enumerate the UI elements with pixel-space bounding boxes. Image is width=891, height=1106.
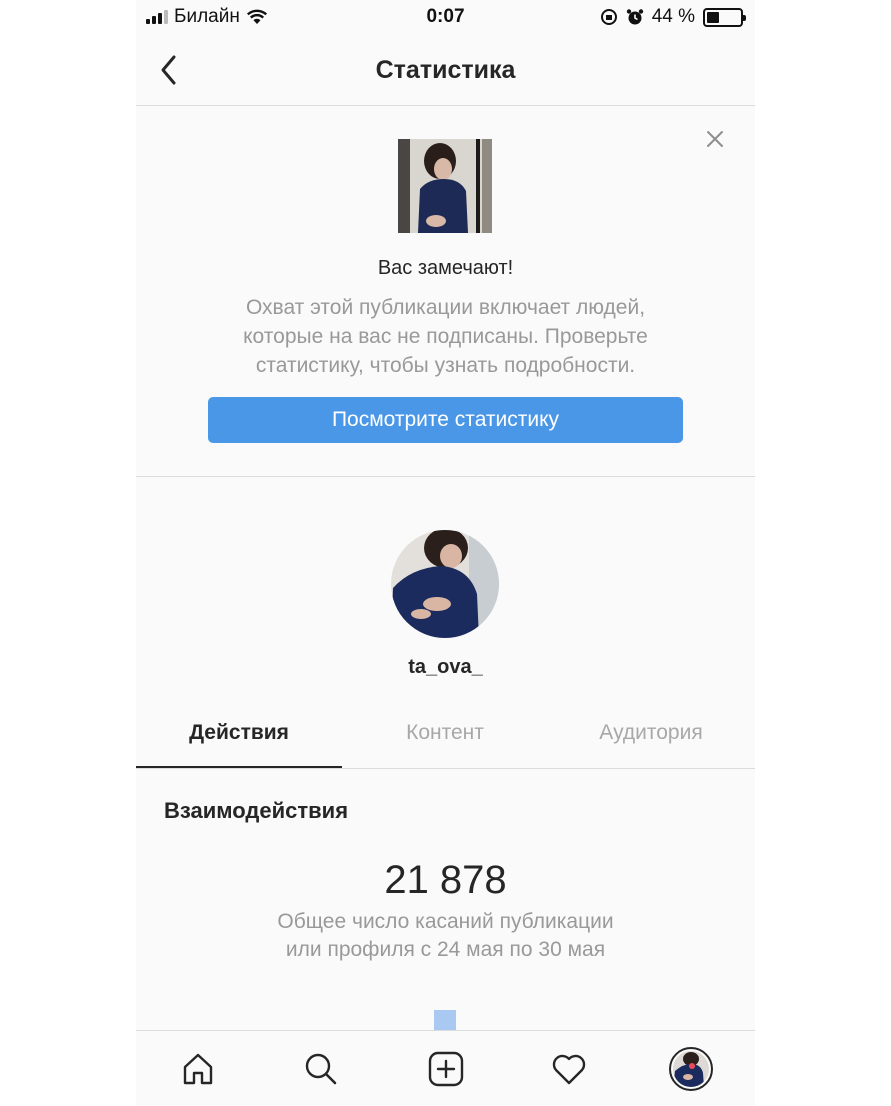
chart-bar [434,1010,456,1030]
promo-title: Вас замечают! [377,257,514,279]
promo-text-line: которые на вас не подписаны. Проверьте [243,325,648,348]
battery-percent: 44 % [651,6,695,27]
username: ta_ova_ [408,656,483,678]
close-icon[interactable] [705,129,725,149]
promo-text-line: статистику, чтобы узнать подробности. [255,354,636,377]
activity-heart-icon[interactable] [547,1047,591,1091]
nav-bar: Статистика [136,36,755,106]
profile-tab-avatar[interactable] [669,1047,713,1091]
alarm-icon [626,9,643,25]
description-line: Общее число касаний публикации [277,910,614,933]
profile-avatar[interactable] [391,530,499,638]
interactions-description: Общее число касаний публикации или профи… [196,908,695,964]
description-line: или профиля с 24 мая по 30 мая [285,938,606,961]
battery-level [707,11,719,23]
promo-text-line: Охват этой публикации включает людей, [245,296,646,319]
insights-tabs: Действия Контент Аудитория [136,705,755,769]
notification-dot [689,1063,695,1069]
app-screen: Билайн 0:07 44 % Статистика Вас замечают… [136,0,755,1106]
new-post-icon[interactable] [424,1047,468,1091]
tab-activity[interactable]: Действия [136,705,342,768]
bottom-tab-bar [136,1030,755,1106]
battery-icon [703,7,746,27]
home-icon[interactable] [176,1047,220,1091]
interactions-total: 21 878 [384,858,507,902]
view-insights-button[interactable]: Посмотрите статистику [208,397,683,443]
insights-promo-card: Вас замечают! Охват этой публикации вклю… [136,107,755,477]
rotation-lock-icon [600,9,617,25]
status-bar: Билайн 0:07 44 % [136,0,755,36]
interactions-heading: Взаимодействия [164,798,349,823]
page-title: Статистика [375,56,516,84]
tab-content[interactable]: Контент [342,705,548,768]
promo-description: Охват этой публикации включает людей, ко… [196,293,695,380]
tab-audience[interactable]: Аудитория [548,705,754,768]
post-thumbnail [398,139,492,233]
search-icon[interactable] [299,1047,343,1091]
